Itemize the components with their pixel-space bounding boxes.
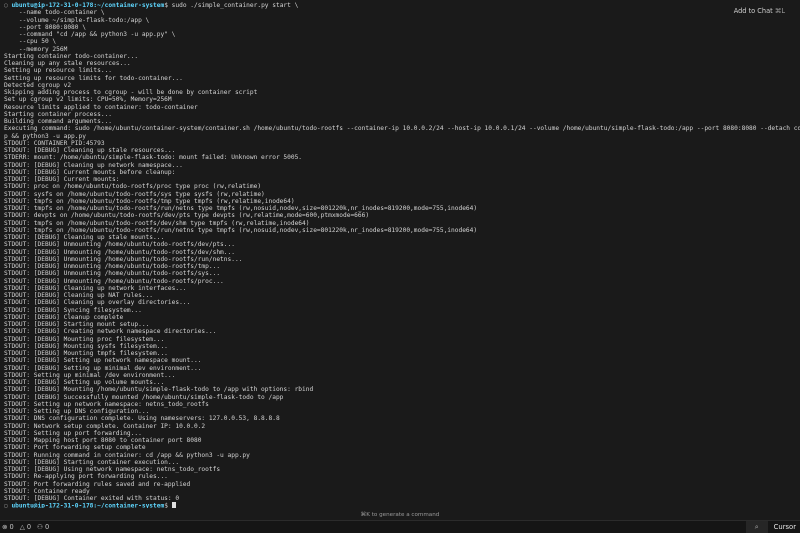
output-line: STDOUT: [DEBUG] Cleaning up stale resour… (4, 147, 176, 154)
output-line: STDOUT: tmpfs on /home/ubuntu/todo-rootf… (4, 205, 478, 212)
output-line: STDOUT: [DEBUG] Cleanup complete (4, 313, 124, 321)
output-line: STDOUT: Setting up network namespace: ne… (4, 400, 209, 408)
output-line: STDOUT: Port forwarding setup complete (4, 444, 146, 452)
output-line: STDOUT: [DEBUG] Unmounting /home/ubuntu/… (4, 248, 235, 256)
output-line: --command "cd /app && python3 -u app.py"… (4, 31, 176, 38)
command-line: ○ ubuntu@ip-172-31-0-178:~/container-sys… (4, 2, 800, 9)
output-line: STDOUT: [DEBUG] Cleaning up network name… (4, 161, 183, 169)
output-line: STDOUT: Mapping host port 8080 to contai… (4, 437, 202, 444)
errors-indicator[interactable]: ⊗ 0 (2, 523, 14, 531)
output-line: --cpu 50 \ (4, 38, 57, 46)
output-line: STDOUT: Running command in container: cd… (4, 451, 250, 459)
output-line: --port 8080:8080 \ (4, 23, 86, 31)
output-line: Skipping adding process to cgroup - will… (4, 89, 258, 96)
output-line: STDOUT: [DEBUG] Cleaning up NAT rules... (4, 292, 154, 299)
output-line: STDERR: mount: /home/ubuntu/simple-flask… (4, 154, 303, 162)
output-line: --name todo-container \ (4, 9, 105, 17)
output-line: STDOUT: Network setup complete. Containe… (4, 422, 206, 430)
output-line: STDOUT: [DEBUG] Using network namespace:… (4, 466, 221, 473)
output-line: STDOUT: CONTAINER_PID:45793 (4, 139, 105, 147)
output-line: STDOUT: [DEBUG] Unmounting /home/ubuntu/… (4, 263, 221, 270)
warnings-count: 0 (26, 523, 32, 531)
output-line: STDOUT: tmpfs on /home/ubuntu/todo-rootf… (4, 197, 295, 205)
output-line: p && python3 -u app.py (4, 132, 86, 140)
output-line: Executing command: sudo /home/ubuntu/con… (4, 125, 800, 133)
output-line: --memory 256M (4, 45, 68, 53)
output-line: Cleaning up any stale resources... (4, 60, 131, 67)
output-line: STDOUT: Container ready (4, 487, 90, 495)
prompt-user-host: ubuntu@ip-172-31-0-178 (11, 502, 94, 508)
output-line: STDOUT: [DEBUG] Current mounts: (4, 176, 120, 183)
output-line: STDOUT: [DEBUG] Unmounting /home/ubuntu/… (4, 270, 221, 278)
output-line: STDOUT: [DEBUG] Setting up volume mounts… (4, 379, 165, 386)
output-line: STDOUT: [DEBUG] Mounting /home/ubuntu/si… (4, 386, 314, 394)
output-lines: --name todo-container \ --volume ~/simpl… (4, 9, 800, 502)
output-line: STDOUT: [DEBUG] Container exited with st… (4, 495, 180, 502)
output-line: STDOUT: [DEBUG] Syncing filesystem... (4, 306, 142, 314)
cursor-label[interactable]: Cursor (768, 523, 800, 531)
errors-count: 0 (9, 523, 14, 531)
output-line: STDOUT: sysfs on /home/ubuntu/todo-rootf… (4, 190, 265, 198)
generate-command-hint: ⌘K to generate a command (360, 512, 440, 518)
output-line: STDOUT: [DEBUG] Setting up network names… (4, 357, 202, 365)
output-line: Set up cgroup v2 limits: CPU=50%, Memory… (4, 96, 172, 104)
output-line: STDOUT: [DEBUG] Cleaning up network inte… (4, 284, 187, 292)
output-line: --volume ~/simple-flask-todo:/app \ (4, 16, 150, 24)
output-line: STDOUT: proc on /home/ubuntu/todo-rootfs… (4, 183, 262, 191)
output-line: STDOUT: Setting up minimal /dev environm… (4, 371, 176, 379)
output-line: STDOUT: [DEBUG] Mounting sysfs filesyste… (4, 342, 168, 350)
ports-icon: ⚇ (37, 523, 43, 531)
output-line: STDOUT: [DEBUG] Starting container execu… (4, 458, 180, 466)
output-line: STDOUT: Setting up DNS configuration... (4, 408, 150, 415)
output-line: STDOUT: Re-applying port forwarding rule… (4, 473, 168, 481)
command-text: sudo ./simple_container.py start \ (167, 2, 299, 9)
output-line: STDOUT: Port forwarding rules saved and … (4, 480, 191, 488)
add-to-chat-label: Add to Chat (733, 7, 773, 15)
output-line: STDOUT: [DEBUG] Mounting tmpfs filesyste… (4, 350, 168, 357)
output-line: Starting container process... (4, 110, 113, 118)
output-line: Resource limits applied to container: to… (4, 103, 198, 111)
current-prompt-line[interactable]: ○ ubuntu@ip-172-31-0-178:~/container-sys… (4, 502, 800, 508)
output-line: STDOUT: devpts on /home/ubuntu/todo-root… (4, 212, 370, 220)
prompt-path: :~/container-system (93, 2, 165, 9)
add-to-chat-button[interactable]: Add to Chat ⌘L (730, 6, 788, 16)
output-line: STDOUT: [DEBUG] Starting mount setup... (4, 321, 150, 328)
prompt-user-host: ubuntu@ip-172-31-0-178 (11, 2, 94, 9)
output-line: STDOUT: tmpfs on /home/ubuntu/todo-rootf… (4, 219, 310, 227)
output-line: Building command arguments... (4, 118, 113, 125)
add-to-chat-shortcut: ⌘L (774, 7, 785, 15)
output-line: STDOUT: [DEBUG] Cleaning up stale mounts… (4, 234, 165, 241)
error-icon: ⊗ (2, 523, 8, 531)
ports-indicator[interactable]: ⚇ 0 (37, 523, 49, 531)
prompt-path: :~/container-system (93, 502, 165, 508)
warning-icon: △ (19, 523, 25, 531)
warnings-indicator[interactable]: △ 0 (20, 523, 31, 531)
output-line: STDOUT: [DEBUG] Unmounting /home/ubuntu/… (4, 241, 235, 249)
output-line: STDOUT: tmpfs on /home/ubuntu/todo-rootf… (4, 226, 478, 234)
output-line: STDOUT: [DEBUG] Cleaning up overlay dire… (4, 299, 191, 307)
status-bar: ⊗ 0 △ 0 ⚇ 0 ⌕ Cursor (0, 520, 800, 533)
output-line: STDOUT: [DEBUG] Setting up minimal dev e… (4, 364, 202, 372)
output-line: STDOUT: DNS configuration complete. Usin… (4, 415, 280, 423)
output-line: Detected cgroup v2 (4, 81, 72, 89)
search-icon[interactable]: ⌕ (745, 521, 768, 533)
output-line: STDOUT: Setting up port forwarding... (4, 429, 142, 437)
output-line: Setting up resource limits for todo-cont… (4, 74, 183, 82)
output-line: STDOUT: [DEBUG] Creating network namespa… (4, 328, 217, 336)
terminal-output[interactable]: ○ ubuntu@ip-172-31-0-178:~/container-sys… (0, 0, 800, 508)
output-line: STDOUT: [DEBUG] Unmounting /home/ubuntu/… (4, 277, 224, 285)
output-line: Starting container todo-container... (4, 52, 139, 60)
output-line: STDOUT: [DEBUG] Mounting proc filesystem… (4, 335, 165, 343)
output-line: STDOUT: [DEBUG] Unmounting /home/ubuntu/… (4, 255, 243, 263)
output-line: STDOUT: [DEBUG] Current mounts before cl… (4, 168, 176, 176)
text-cursor (171, 502, 176, 508)
output-line: Setting up resource limits... (4, 67, 113, 75)
prompt-symbol: $ (164, 502, 168, 508)
ports-count: 0 (44, 523, 50, 531)
output-line: STDOUT: [DEBUG] Successfully mounted /ho… (4, 393, 284, 401)
